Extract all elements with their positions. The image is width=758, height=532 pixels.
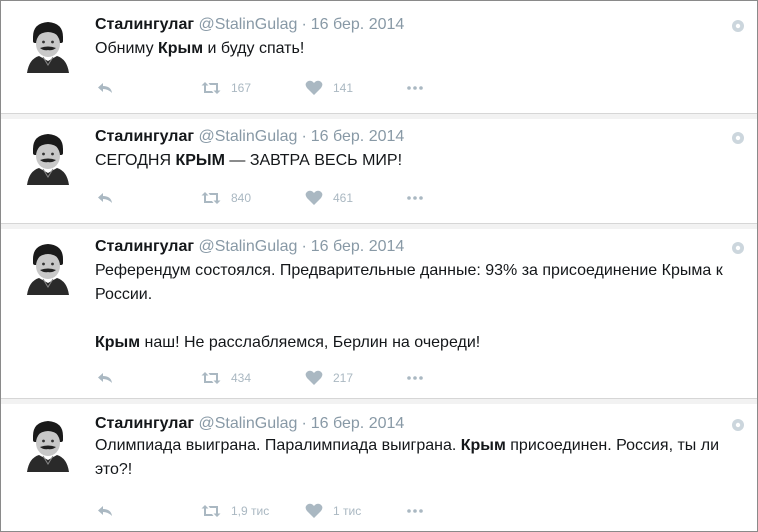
tweet[interactable]: Сталингулаг @StalinGulag · 16 бер. 2014 СЕГ… [1, 119, 757, 223]
retweet-icon [201, 504, 221, 518]
author-name[interactable]: Сталингулаг [95, 238, 194, 255]
like-button[interactable]: 217 [305, 367, 353, 389]
more-button[interactable] [407, 500, 423, 522]
retweet-button[interactable]: 840 [201, 187, 251, 209]
author-name[interactable]: Сталингулаг [95, 16, 194, 33]
tweet-text: Обниму Крым и буду спать! [95, 37, 735, 61]
avatar[interactable] [19, 237, 77, 295]
more-icon [407, 86, 423, 90]
more-icon [407, 509, 423, 513]
tweet-date[interactable]: 16 бер. 2014 [311, 415, 405, 432]
more-icon [407, 196, 423, 200]
text-segment: — ЗАВТРА ВЕСЬ МИР! [224, 152, 403, 169]
like-button[interactable]: 1 тис [305, 500, 361, 522]
tweet-text: Олимпиада выиграна. Паралимпиада выигран… [95, 434, 735, 482]
hashword: Крым [158, 40, 204, 57]
tweet[interactable]: Сталингулаг @StalinGulag · 16 бер. 2014 Обн… [1, 1, 757, 113]
tweet-paragraph: Крым наш! Не расслабляемся, Берлин на оч… [95, 331, 735, 355]
tweet-header: Сталингулаг @StalinGulag · 16 бер. 2014 [95, 127, 404, 147]
like-button[interactable]: 461 [305, 187, 353, 209]
gear-icon[interactable] [731, 19, 745, 33]
reply-button[interactable] [97, 367, 113, 389]
like-count: 141 [333, 81, 354, 95]
tweet[interactable]: Сталингулаг @StalinGulag · 16 бер. 2014 Реф… [1, 229, 757, 398]
more-button[interactable] [407, 367, 423, 389]
text-segment: наш! Не расслабляемся, Берлин на очереди… [140, 334, 481, 351]
more-button[interactable] [407, 77, 423, 99]
retweet-button[interactable]: 167 [201, 77, 251, 99]
reply-button[interactable] [97, 77, 113, 99]
hashword: КРЫМ [175, 152, 225, 169]
retweet-icon [201, 371, 221, 385]
tweet-date[interactable]: 16 бер. 2014 [311, 238, 405, 255]
reply-icon [97, 371, 113, 385]
heart-icon [305, 370, 323, 386]
gear-icon[interactable] [731, 241, 745, 255]
avatar[interactable] [19, 15, 77, 73]
gear-icon[interactable] [731, 418, 745, 432]
separator-dot: · [301, 415, 307, 432]
separator-dot: · [301, 238, 307, 255]
like-count: 1 тис [333, 504, 362, 518]
tweet-paragraph: СЕГОДНЯ КРЫМ — ЗАВТРА ВЕСЬ МИР! [95, 149, 735, 173]
avatar[interactable] [19, 414, 77, 472]
tweet-date[interactable]: 16 бер. 2014 [311, 128, 405, 145]
author-handle[interactable]: @StalinGulag [198, 415, 297, 432]
author-name[interactable]: Сталингулаг [95, 128, 194, 145]
tweet-actions: 840 461 [95, 187, 455, 209]
tweet-paragraph: Олимпиада выиграна. Паралимпиада выигран… [95, 434, 735, 482]
text-segment: Обниму [95, 40, 159, 57]
author-handle[interactable]: @StalinGulag [198, 16, 297, 33]
reply-icon [97, 81, 113, 95]
heart-icon [305, 190, 323, 206]
reply-button[interactable] [97, 500, 113, 522]
retweet-count: 1,9 тис [231, 504, 270, 518]
text-segment: Референдум состоялся. Предварительные да… [95, 262, 723, 303]
tweet-header: Сталингулаг @StalinGulag · 16 бер. 2014 [95, 237, 404, 257]
tweet-date[interactable]: 16 бер. 2014 [311, 16, 405, 33]
like-count: 217 [333, 371, 354, 385]
tweet-paragraph: Референдум состоялся. Предварительные да… [95, 259, 735, 307]
tweet-actions: 1,9 тис 1 тис [95, 500, 455, 522]
heart-icon [305, 503, 323, 519]
author-name[interactable]: Сталингулаг [95, 415, 194, 432]
tweet-actions: 167 141 [95, 77, 455, 99]
more-icon [407, 376, 423, 380]
tweet-text: СЕГОДНЯ КРЫМ — ЗАВТРА ВЕСЬ МИР! [95, 149, 735, 173]
hashword: Крым [460, 437, 506, 454]
retweet-button[interactable]: 434 [201, 367, 251, 389]
tweet-paragraph: Обниму Крым и буду спать! [95, 37, 735, 61]
author-handle[interactable]: @StalinGulag [198, 128, 297, 145]
like-button[interactable]: 141 [305, 77, 353, 99]
hashword: Крым [95, 334, 141, 351]
separator-dot: · [301, 128, 307, 145]
tweet-feed: Сталингулаг @StalinGulag · 16 бер. 2014 Обн… [0, 0, 758, 532]
like-count: 461 [333, 191, 354, 205]
tweet-header: Сталингулаг @StalinGulag · 16 бер. 2014 [95, 414, 404, 434]
heart-icon [305, 80, 323, 96]
avatar[interactable] [19, 127, 77, 185]
text-segment: Олимпиада выиграна. Паралимпиада выигран… [95, 437, 461, 454]
more-button[interactable] [407, 187, 423, 209]
retweet-count: 840 [231, 191, 252, 205]
text-segment: и буду спать! [203, 40, 305, 57]
tweet[interactable]: Сталингулаг @StalinGulag · 16 бер. 2014 Оли… [1, 404, 757, 531]
reply-icon [97, 504, 113, 518]
text-segment: СЕГОДНЯ [95, 152, 176, 169]
reply-button[interactable] [97, 187, 113, 209]
tweet-actions: 434 217 [95, 367, 455, 389]
retweet-count: 167 [231, 81, 252, 95]
gear-icon[interactable] [731, 131, 745, 145]
retweet-icon [201, 81, 221, 95]
retweet-count: 434 [231, 371, 252, 385]
tweet-header: Сталингулаг @StalinGulag · 16 бер. 2014 [95, 15, 404, 35]
tweet-text: Референдум состоялся. Предварительные да… [95, 259, 735, 355]
reply-icon [97, 191, 113, 205]
author-handle[interactable]: @StalinGulag [198, 238, 297, 255]
separator-dot: · [301, 16, 307, 33]
retweet-icon [201, 191, 221, 205]
retweet-button[interactable]: 1,9 тис [201, 500, 269, 522]
